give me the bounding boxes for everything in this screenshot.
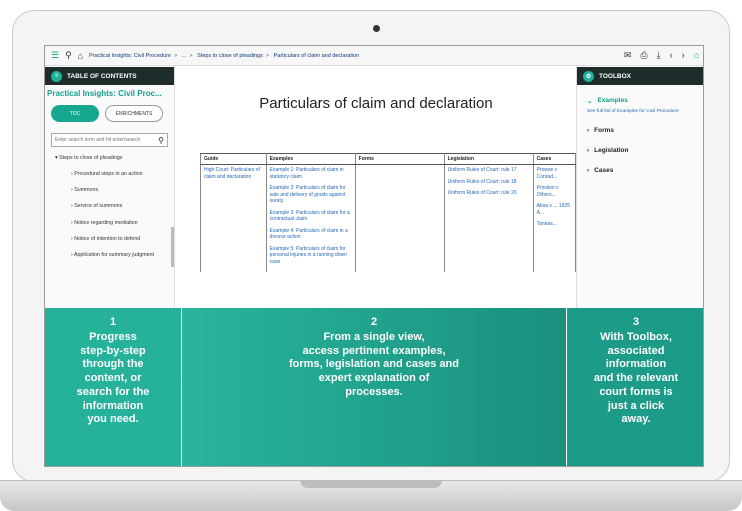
- toc-item[interactable]: › Summons: [71, 187, 170, 194]
- feature-callout-3: 3 With Toolbox, associated information a…: [567, 308, 703, 466]
- breadcrumb-item[interactable]: Practical Insights: Civil Procedure: [89, 53, 171, 59]
- toolbox-forms[interactable]: › Forms: [587, 127, 697, 134]
- callout-number: 3: [632, 316, 640, 328]
- breadcrumb-item[interactable]: Steps to close of pleadings: [197, 53, 263, 59]
- table-row: High Court: Particulars of claim and dec…: [200, 164, 577, 272]
- callout-number: 1: [109, 316, 117, 328]
- search-icon[interactable]: ⚲: [158, 136, 164, 145]
- chevron-right-icon: ›: [587, 127, 590, 135]
- next-icon[interactable]: ›: [682, 50, 685, 61]
- callout-text: With Toolbox, associated information and…: [593, 330, 679, 426]
- column-header: Cases: [533, 153, 577, 165]
- example-link[interactable]: Example 3: Particulars of claim for a co…: [270, 210, 352, 223]
- document-title: Particulars of claim and declaration: [259, 95, 493, 112]
- toc-icon: ≡: [51, 70, 62, 82]
- previous-icon[interactable]: ‹: [670, 50, 673, 61]
- column-header: Examples: [266, 153, 356, 165]
- tab-toc[interactable]: TOC: [51, 105, 99, 122]
- case-link[interactable]: Absa v ... 1925 A...: [537, 203, 572, 216]
- download-icon[interactable]: ⤓: [657, 50, 661, 61]
- breadcrumb: Practical Insights: Civil Procedure > ...…: [89, 52, 360, 59]
- legislation-link[interactable]: Uniform Rules of Court: rule 17: [448, 167, 530, 174]
- toolbox-cases[interactable]: › Cases: [587, 167, 697, 174]
- column-header: Forms: [355, 153, 445, 165]
- toc-search-input[interactable]: [55, 137, 155, 143]
- toc-scrollbar[interactable]: [171, 227, 174, 267]
- toc-item[interactable]: › Application for summary judgment: [71, 252, 170, 259]
- toc-item[interactable]: › Service of summons: [71, 203, 170, 210]
- laptop-frame: ☰ ⚲ ⌂ Practical Insights: Civil Procedur…: [0, 0, 742, 511]
- legislation-link[interactable]: Uniform Rules of Court: rule 18: [448, 179, 530, 186]
- home-icon[interactable]: ⌂: [78, 51, 83, 61]
- print-icon[interactable]: ⎙: [640, 50, 647, 61]
- toolbox-sections: ⌄ Examples See full list of Examples for …: [577, 85, 703, 174]
- menu-icon[interactable]: ☰: [51, 50, 59, 61]
- feature-callout-1: 1 Progress step-by-step through the cont…: [45, 308, 181, 466]
- app-screen: ☰ ⚲ ⌂ Practical Insights: Civil Procedur…: [44, 45, 704, 467]
- toc-item[interactable]: › Notice regarding mediation: [71, 220, 170, 227]
- examples-full-list-link[interactable]: See full list of Examples for Civil Proc…: [587, 109, 697, 115]
- legislation-cell: Uniform Rules of Court: rule 17 Uniform …: [444, 164, 534, 272]
- search-icon[interactable]: ⚲: [65, 50, 72, 61]
- examples-cell: Example 1: Particulars of claim in statu…: [266, 164, 356, 272]
- example-link[interactable]: Example 2: Particulars of claim for sale…: [270, 185, 352, 205]
- example-link[interactable]: Example 5: Particulars of claim for pers…: [270, 246, 352, 266]
- toolbox-legislation[interactable]: › Legislation: [587, 147, 697, 154]
- legislation-link[interactable]: Uniform Rules of Court: rule 20: [448, 190, 530, 197]
- callout-text: Progress step-by-step through the conten…: [76, 330, 150, 426]
- toolbox-header-label: TOOLBOX: [599, 72, 632, 80]
- resource-table: Guide Examples Forms Legislation Cases H…: [200, 153, 577, 272]
- case-link[interactable]: Prowse v Conrad...: [537, 167, 572, 180]
- toolbox-icon: ⚙: [583, 70, 594, 82]
- chevron-down-icon: ⌄: [587, 98, 593, 105]
- tab-enrichments[interactable]: ENRICHMENTS: [105, 105, 163, 122]
- email-icon[interactable]: ✉: [624, 50, 632, 61]
- top-navigation-bar: ☰ ⚲ ⌂ Practical Insights: Civil Procedur…: [45, 46, 703, 66]
- nav-icon-group: ✉ ⎙ ⤓ ‹ › ⌂: [624, 50, 699, 61]
- toc-header: ≡ TABLE OF CONTENTS: [45, 67, 174, 85]
- toolbox-examples[interactable]: ⌄ Examples: [587, 97, 697, 105]
- toc-item[interactable]: ▾ Steps to close of pleadings: [55, 155, 170, 162]
- publication-title[interactable]: Practical Insights: Civil Proc...: [45, 85, 174, 102]
- chevron-right-icon: ›: [587, 167, 590, 175]
- callout-number: 2: [370, 316, 378, 328]
- toc-list: ▾ Steps to close of pleadings › Procedur…: [45, 147, 174, 259]
- chevron-right-icon: ›: [587, 147, 590, 155]
- column-header: Guide: [200, 153, 267, 165]
- toc-tabs: TOC ENRICHMENTS: [45, 102, 174, 125]
- column-header: Legislation: [444, 153, 534, 165]
- camera-dot: [373, 25, 380, 32]
- toc-item[interactable]: › Procedural steps in an action: [71, 171, 170, 178]
- case-link[interactable]: Tannas...: [537, 221, 572, 228]
- example-link[interactable]: Example 1: Particulars of claim in statu…: [270, 167, 352, 180]
- laptop-base-notch: [300, 480, 442, 488]
- example-link[interactable]: Example 4: Particulars of claim in a div…: [270, 228, 352, 241]
- feature-callout-2: 2 From a single view, access pertinent e…: [182, 308, 566, 466]
- callout-text: From a single view, access pertinent exa…: [289, 330, 459, 398]
- home-icon[interactable]: ⌂: [694, 50, 699, 61]
- case-link[interactable]: Prinsloo v Others...: [537, 185, 572, 198]
- breadcrumb-current: Particulars of claim and declaration: [273, 52, 360, 59]
- cases-cell: Prowse v Conrad... Prinsloo v Others... …: [533, 164, 577, 272]
- guide-cell: High Court: Particulars of claim and dec…: [200, 164, 267, 272]
- toc-item[interactable]: › Notice of intention to defend: [71, 236, 170, 243]
- table-header-row: Guide Examples Forms Legislation Cases: [200, 153, 577, 165]
- toc-header-label: TABLE OF CONTENTS: [67, 72, 137, 80]
- forms-cell: [355, 164, 445, 272]
- guide-link[interactable]: High Court: Particulars of claim and dec…: [204, 167, 263, 180]
- toc-search-box: ⚲: [51, 133, 168, 147]
- toolbox-header: ⚙ TOOLBOX: [577, 67, 703, 85]
